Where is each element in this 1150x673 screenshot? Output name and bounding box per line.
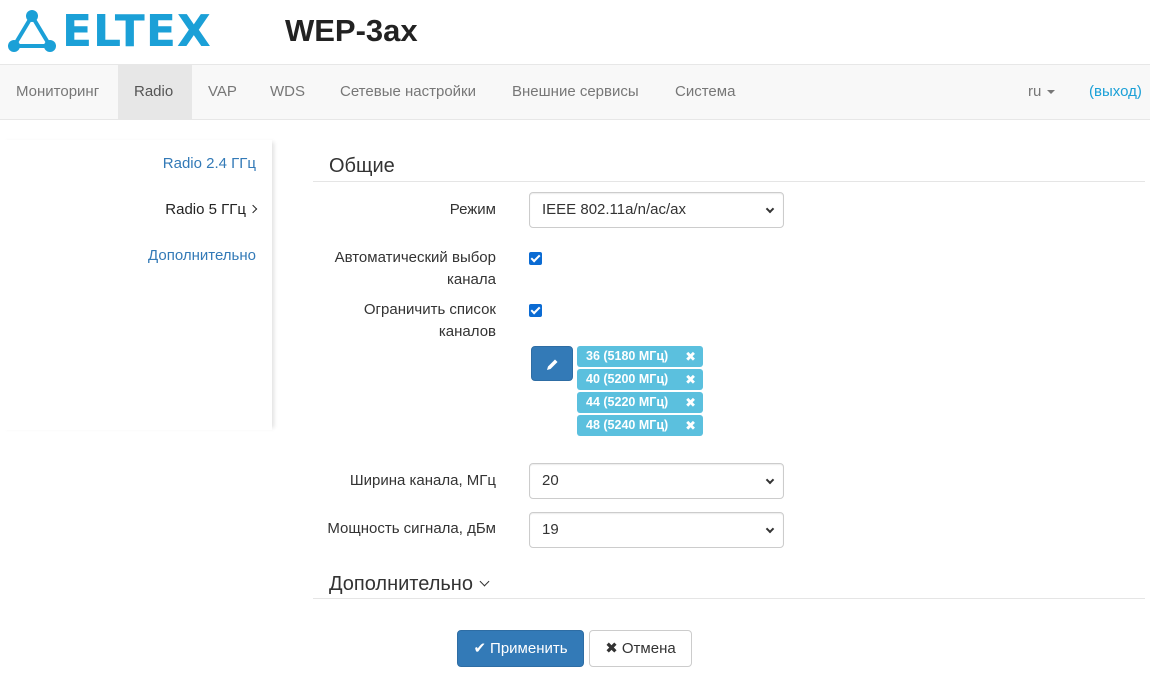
bandwidth-label: Ширина канала, МГц bbox=[349, 472, 496, 489]
sidebar-item-advanced[interactable]: Дополнительно bbox=[148, 247, 256, 264]
logo-text: ELTEX bbox=[62, 5, 212, 57]
section-title-general: Общие bbox=[329, 155, 395, 177]
nav-item-vap[interactable]: VAP bbox=[192, 65, 253, 119]
limit-channels-checkbox[interactable] bbox=[529, 304, 542, 317]
nav-item-network-settings[interactable]: Сетевые настройки bbox=[324, 65, 492, 119]
chevron-down-icon bbox=[765, 475, 775, 485]
chevron-down-icon bbox=[479, 576, 490, 587]
section-divider bbox=[313, 598, 1145, 599]
eltex-logo: ELTEX bbox=[6, 5, 212, 57]
advanced-title-label: Дополнительно bbox=[329, 573, 473, 595]
channel-tag-label: 40 (5200 МГц) bbox=[586, 372, 669, 386]
language-dropdown[interactable]: ru bbox=[1028, 65, 1056, 119]
limit-channels-label: Ограничить список каналов bbox=[364, 299, 496, 343]
channel-tag-label: 36 (5180 МГц) bbox=[586, 349, 669, 363]
power-select[interactable]: 19 bbox=[529, 512, 784, 548]
cancel-label: Отмена bbox=[621, 640, 676, 657]
chevron-down-icon bbox=[765, 524, 775, 534]
channel-tag: 44 (5220 МГц) ✖ bbox=[577, 392, 703, 413]
channel-tag-label: 48 (5240 МГц) bbox=[586, 418, 669, 432]
power-select-value: 19 bbox=[542, 521, 559, 538]
section-divider bbox=[313, 181, 1145, 182]
bandwidth-select[interactable]: 20 bbox=[529, 463, 784, 499]
language-label: ru bbox=[1028, 83, 1042, 100]
close-icon[interactable]: ✖ bbox=[685, 392, 696, 413]
nav-item-radio[interactable]: Radio bbox=[118, 65, 192, 119]
auto-channel-label-line2: канала bbox=[447, 271, 496, 288]
auto-channel-label-line1: Автоматический выбор bbox=[334, 249, 496, 266]
close-icon[interactable]: ✖ bbox=[685, 415, 696, 436]
channel-tag: 40 (5200 МГц) ✖ bbox=[577, 369, 703, 390]
limit-channels-label-line2: каналов bbox=[438, 323, 496, 340]
header: ELTEX WEP-3ax bbox=[0, 0, 1150, 64]
power-label: Мощность сигнала, дБм bbox=[327, 520, 496, 537]
bandwidth-select-value: 20 bbox=[542, 472, 559, 489]
channel-tag: 48 (5240 МГц) ✖ bbox=[577, 415, 703, 436]
sidebar-item-radio-24[interactable]: Radio 2.4 ГГц bbox=[163, 155, 256, 172]
mode-select[interactable]: IEEE 802.11a/n/ac/ax bbox=[529, 192, 784, 228]
sidebar-item-radio-5[interactable]: Radio 5 ГГц bbox=[165, 201, 258, 218]
pencil-icon bbox=[547, 359, 558, 370]
top-navbar: Мониторинг Radio VAP WDS Сетевые настрой… bbox=[0, 64, 1150, 120]
mode-label: Режим bbox=[449, 201, 496, 218]
channel-tag-label: 44 (5220 МГц) bbox=[586, 395, 669, 409]
nav-item-system[interactable]: Система bbox=[659, 65, 751, 119]
sidebar-item-label: Radio 5 ГГц bbox=[165, 201, 246, 218]
auto-channel-checkbox[interactable] bbox=[529, 252, 542, 265]
close-icon[interactable]: ✖ bbox=[685, 346, 696, 367]
close-icon: ✖ bbox=[605, 640, 618, 657]
nav-item-monitoring[interactable]: Мониторинг bbox=[0, 65, 115, 119]
check-icon: ✔ bbox=[473, 640, 487, 657]
nav-item-wds[interactable]: WDS bbox=[254, 65, 321, 119]
close-icon[interactable]: ✖ bbox=[685, 369, 696, 390]
edit-channels-button[interactable] bbox=[531, 346, 573, 381]
nav-item-external-services[interactable]: Внешние сервисы bbox=[496, 65, 655, 119]
logo-mark-icon bbox=[8, 10, 56, 52]
channel-tag: 36 (5180 МГц) ✖ bbox=[577, 346, 703, 367]
section-title-advanced[interactable]: Дополнительно bbox=[329, 573, 490, 596]
auto-channel-label: Автоматический выбор канала bbox=[335, 247, 496, 291]
chevron-down-icon bbox=[765, 204, 775, 214]
caret-down-icon bbox=[1047, 90, 1056, 95]
mode-select-value: IEEE 802.11a/n/ac/ax bbox=[542, 201, 686, 218]
limit-channels-label-line1: Ограничить список bbox=[363, 301, 496, 318]
apply-label: Применить bbox=[490, 640, 568, 657]
apply-button[interactable]: ✔ Применить bbox=[457, 630, 584, 667]
logout-link[interactable]: (выход) bbox=[1089, 65, 1142, 119]
device-title: WEP-3ax bbox=[285, 13, 418, 48]
chevron-right-icon bbox=[248, 204, 258, 214]
sidebar: Radio 2.4 ГГц Radio 5 ГГц Дополнительно bbox=[0, 140, 272, 430]
cancel-button[interactable]: ✖ Отмена bbox=[589, 630, 692, 667]
